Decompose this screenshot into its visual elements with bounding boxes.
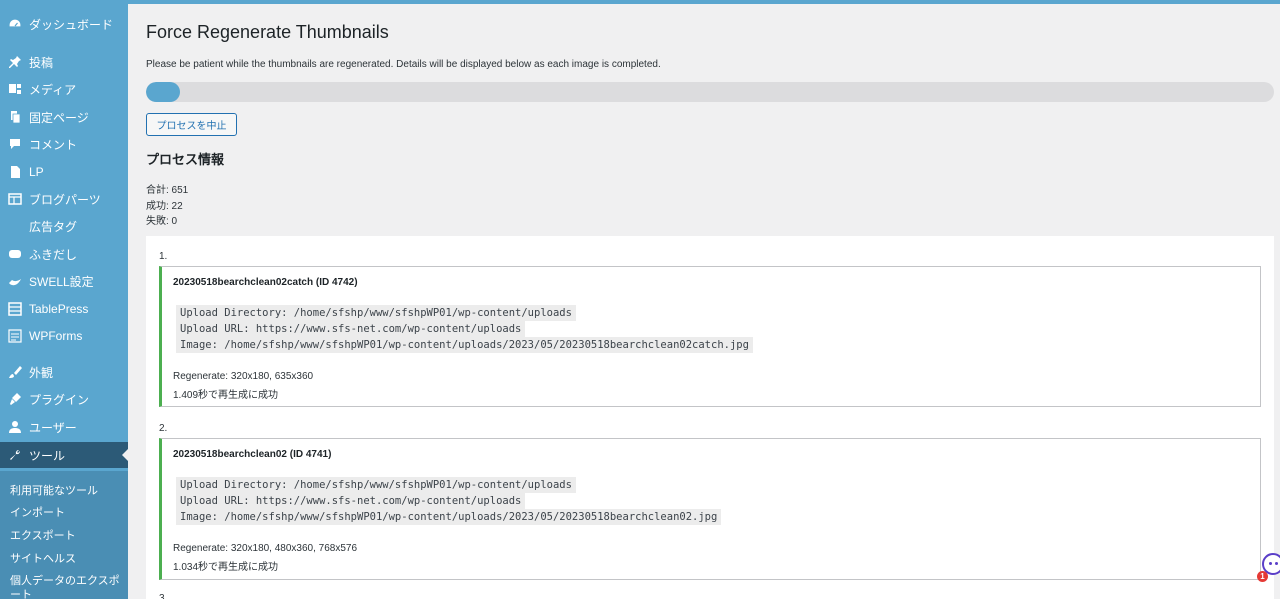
sidebar-item-label: ユーザー bbox=[29, 420, 77, 435]
table-icon bbox=[8, 302, 22, 316]
submenu-item-export[interactable]: エクスポート bbox=[10, 527, 76, 543]
pin-icon bbox=[8, 55, 22, 69]
form-icon bbox=[8, 329, 22, 343]
sidebar-item-appearance[interactable]: 外観 bbox=[0, 359, 128, 385]
progress-bar-fill bbox=[146, 82, 180, 102]
sidebar-item-dashboard[interactable]: ダッシュボード bbox=[0, 11, 128, 37]
stat-success: 成功: 22 bbox=[146, 201, 183, 212]
stat-failed: 失敗: 0 bbox=[146, 216, 178, 227]
entry-title: 20230518bearchclean02 (ID 4741) bbox=[173, 449, 332, 460]
sidebar-item-label: 外観 bbox=[29, 365, 54, 380]
upload-directory-line: Upload Directory: /home/sfshp/www/sfshpW… bbox=[176, 477, 576, 493]
top-accent-bar bbox=[0, 0, 1280, 4]
speech-bubble-icon bbox=[8, 247, 22, 261]
log-entry: 20230518bearchclean02 (ID 4741) Upload D… bbox=[159, 438, 1261, 580]
plugin-icon bbox=[8, 392, 22, 406]
sidebar-item-label: メディア bbox=[29, 82, 77, 97]
sidebar-item-label: ブログパーツ bbox=[29, 192, 101, 207]
media-icon bbox=[8, 82, 22, 96]
image-path-line: Image: /home/sfshp/www/sfshpWP01/wp-cont… bbox=[176, 509, 722, 525]
upload-url-line: Upload URL: https://www.sfs-net.com/wp-c… bbox=[176, 493, 526, 509]
page-description: Please be patient while the thumbnails a… bbox=[146, 59, 661, 70]
sidebar-item-tablepress[interactable]: TablePress bbox=[0, 296, 128, 322]
notification-badge: 1 bbox=[1257, 571, 1268, 582]
sidebar-item-blog-parts[interactable]: ブログパーツ bbox=[0, 186, 128, 212]
submenu-item-export-personal-data-cont[interactable]: ート bbox=[10, 586, 32, 599]
log-panel: 1. 20230518bearchclean02catch (ID 4742) … bbox=[146, 236, 1274, 599]
sidebar-item-balloon[interactable]: ふきだし bbox=[0, 241, 128, 267]
sidebar-item-label: プラグイン bbox=[29, 392, 90, 407]
sidebar-item-label: TablePress bbox=[29, 302, 89, 316]
log-entry: 20230518bearchclean02catch (ID 4742) Upl… bbox=[159, 266, 1261, 407]
page-icon bbox=[8, 110, 22, 124]
submenu-item-available-tools[interactable]: 利用可能なツール bbox=[10, 482, 98, 498]
sidebar-item-label: コメント bbox=[29, 137, 78, 152]
tools-submenu: 利用可能なツール インポート エクスポート サイトヘルス 個人データのエクスポ … bbox=[0, 471, 128, 599]
sidebar-item-users[interactable]: ユーザー bbox=[0, 414, 128, 440]
upload-directory-line: Upload Directory: /home/sfshp/www/sfshpW… bbox=[176, 305, 576, 321]
sidebar-item-label: WPForms bbox=[29, 329, 83, 343]
upload-url-line: Upload URL: https://www.sfs-net.com/wp-c… bbox=[176, 321, 526, 337]
sidebar-item-label: 固定ページ bbox=[29, 110, 89, 125]
sidebar-item-label: ツール bbox=[29, 448, 66, 463]
document-icon bbox=[8, 165, 22, 179]
sidebar-item-plugins[interactable]: プラグイン bbox=[0, 386, 128, 412]
sidebar-item-comments[interactable]: コメント bbox=[0, 131, 128, 157]
sidebar-item-lp[interactable]: LP bbox=[0, 159, 128, 185]
sidebar-item-label: SWELL設定 bbox=[29, 274, 94, 289]
stat-total: 合計: 651 bbox=[146, 185, 189, 196]
sidebar-item-label: 投稿 bbox=[29, 55, 54, 70]
process-info-heading: プロセス情報 bbox=[146, 153, 225, 168]
admin-sidebar: ダッシュボード 投稿 メディア 固定ページ コメント LP ブログパーツ 広告タ… bbox=[0, 4, 128, 599]
entry-number: 3. bbox=[159, 593, 168, 599]
progress-bar bbox=[146, 82, 1274, 102]
sidebar-item-swell-settings[interactable]: SWELL設定 bbox=[0, 268, 128, 294]
wrench-icon bbox=[8, 448, 22, 462]
submenu-item-site-health[interactable]: サイトヘルス bbox=[10, 550, 76, 566]
submenu-item-import[interactable]: インポート bbox=[10, 504, 65, 520]
page-title: Force Regenerate Thumbnails bbox=[146, 22, 389, 42]
stop-process-button[interactable]: プロセスを中止 bbox=[146, 113, 237, 136]
entry-number: 2. bbox=[159, 423, 168, 434]
sidebar-item-media[interactable]: メディア bbox=[0, 76, 128, 102]
layout-icon bbox=[8, 192, 22, 206]
sidebar-item-label: ダッシュボード bbox=[29, 17, 114, 32]
sidebar-item-wpforms[interactable]: WPForms bbox=[0, 323, 128, 349]
swell-icon bbox=[8, 274, 22, 288]
regenerate-result: 1.034秒で再生成に成功 bbox=[173, 562, 279, 573]
regenerate-sizes: Regenerate: 320x180, 480x360, 768x576 bbox=[173, 543, 358, 554]
sidebar-item-label: ふきだし bbox=[29, 247, 78, 262]
regenerate-result: 1.409秒で再生成に成功 bbox=[173, 390, 279, 401]
entry-title: 20230518bearchclean02catch (ID 4742) bbox=[173, 277, 358, 288]
sidebar-item-pages[interactable]: 固定ページ bbox=[0, 104, 128, 130]
sidebar-item-label: LP bbox=[29, 165, 44, 179]
user-icon bbox=[8, 420, 22, 434]
regenerate-sizes: Regenerate: 320x180, 635x360 bbox=[173, 371, 314, 382]
dashboard-icon bbox=[8, 17, 22, 31]
sidebar-item-tools[interactable]: ツール bbox=[0, 442, 128, 468]
brush-icon bbox=[8, 365, 22, 379]
sidebar-item-posts[interactable]: 投稿 bbox=[0, 49, 128, 75]
sidebar-item-label: 広告タグ bbox=[29, 219, 78, 234]
image-path-line: Image: /home/sfshp/www/sfshpWP01/wp-cont… bbox=[176, 337, 753, 353]
sidebar-item-ad-tags[interactable]: 広告タグ bbox=[0, 213, 128, 239]
entry-number: 1. bbox=[159, 251, 168, 262]
comment-icon bbox=[8, 137, 22, 151]
